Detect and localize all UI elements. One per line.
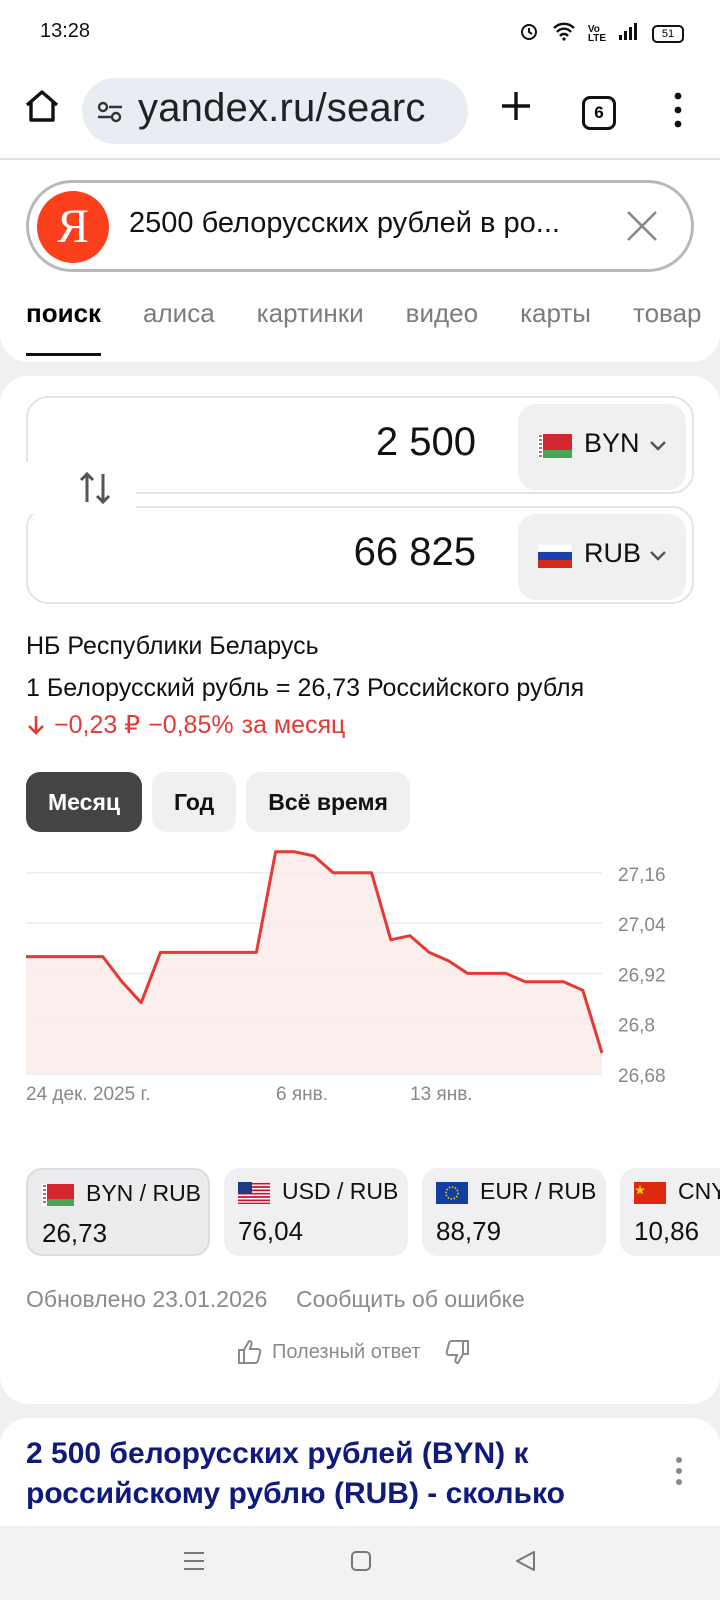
russia-flag-icon (538, 544, 572, 568)
tab-products[interactable]: товар (633, 298, 702, 358)
pair-value: 88,79 (436, 1216, 502, 1246)
from-currency-select[interactable]: BYN (518, 404, 686, 490)
pair-usd-rub[interactable]: USD / RUB 76,04 (224, 1168, 408, 1256)
eu-flag-icon (436, 1182, 468, 1204)
useful-answer-label: Полезный ответ (272, 1340, 421, 1363)
from-amount[interactable]: 2 500 (376, 420, 476, 465)
chevron-down-icon (650, 551, 666, 561)
arrow-down-icon (28, 716, 44, 735)
period-all-button[interactable]: Всё время (246, 772, 410, 832)
to-currency-select[interactable]: RUB (518, 514, 686, 600)
clear-icon[interactable] (625, 209, 659, 243)
series-area (26, 851, 602, 1074)
volte-icon: Vo LTE (587, 23, 606, 44)
pair-value: 76,04 (238, 1216, 304, 1246)
x-tick-label: 6 янв. (276, 1084, 328, 1105)
change-pct: −0,85% (148, 710, 234, 739)
y-tick-label: 26,92 (618, 965, 666, 986)
x-tick-label: 13 янв. (410, 1084, 473, 1105)
tab-switcher-button[interactable]: 6 (582, 96, 616, 130)
battery-level: 51 (661, 27, 675, 40)
currency-converter: 2 500 BYN 66 825 RUB НБ Республики Белар… (0, 376, 720, 1404)
pair-cny-rub[interactable]: CNY / RUB 10,86 (620, 1168, 720, 1256)
result-menu-icon[interactable] (674, 1456, 684, 1486)
pair-name: EUR / RUB (480, 1178, 597, 1204)
status-time: 13:28 (40, 20, 91, 42)
x-tick-label: 24 дек. 2025 г. (26, 1084, 150, 1105)
home-nav-icon[interactable] (350, 1550, 372, 1577)
status-icons: Vo LTE 51 (518, 20, 684, 47)
belarus-flag-icon (42, 1184, 74, 1206)
home-icon[interactable] (22, 86, 62, 126)
pair-name: BYN / RUB (86, 1180, 202, 1206)
from-currency-code: BYN (584, 428, 640, 458)
change-abs: −0,23 ₽ (54, 711, 141, 739)
more-menu-icon[interactable] (668, 90, 688, 130)
address-bar[interactable]: yandex.ru/searc (82, 78, 468, 144)
search-box[interactable]: Я 2500 белорусских рублей в ро... (26, 180, 694, 272)
alarm-icon (518, 20, 540, 47)
tab-images[interactable]: картинки (257, 298, 364, 358)
search-tabs: поиск алиса картинки видео карты товар (26, 298, 720, 358)
feedback: Полезный ответ (236, 1338, 471, 1366)
rate-text: 1 Белорусский рубль = 26,73 Российского … (26, 674, 585, 702)
rate-chart[interactable]: 27,16 27,04 26,92 26,8 26,68 24 дек. 2025 г. 6… (0, 846, 720, 1106)
pair-name: USD / RUB (282, 1178, 399, 1204)
pair-eur-rub[interactable]: EUR / RUB 88,79 (422, 1168, 606, 1256)
signal-icon (618, 21, 640, 46)
updated-date: Обновлено 23.01.2026 (26, 1286, 268, 1312)
recents-icon[interactable] (182, 1550, 206, 1577)
tab-search[interactable]: поиск (26, 298, 102, 358)
y-tick-label: 26,68 (618, 1066, 666, 1087)
url-text: yandex.ru/searc (138, 86, 426, 130)
thumbs-down-icon[interactable] (443, 1338, 471, 1366)
to-currency-code: RUB (584, 538, 642, 568)
currency-pairs: BYN / RUB 26,73 USD / RUB 76,04 EUR / RU… (26, 1168, 720, 1256)
search-header: Я 2500 белорусских рублей в ро... поиск … (0, 160, 720, 362)
tab-maps[interactable]: карты (520, 298, 591, 358)
y-tick-label: 27,04 (618, 915, 666, 936)
back-icon[interactable] (514, 1550, 536, 1577)
swap-button[interactable] (26, 462, 136, 514)
browser-toolbar: yandex.ru/searc 6 (0, 64, 720, 160)
y-tick-label: 26,8 (618, 1016, 655, 1037)
site-settings-icon[interactable] (96, 100, 124, 124)
usa-flag-icon (238, 1182, 270, 1204)
y-tick-label: 27,16 (618, 865, 666, 886)
chevron-down-icon (650, 441, 666, 451)
period-month-button[interactable]: Месяц (26, 772, 142, 832)
battery-icon: 51 (652, 24, 684, 43)
to-amount[interactable]: 66 825 (354, 530, 476, 575)
china-flag-icon (634, 1182, 666, 1204)
swap-icon (79, 471, 111, 505)
pair-byn-rub[interactable]: BYN / RUB 26,73 (26, 1168, 210, 1256)
to-field[interactable]: 66 825 RUB (26, 506, 694, 604)
period-selector: Месяц Год Всё время (26, 772, 410, 832)
search-query[interactable]: 2500 белорусских рублей в ро... (129, 207, 560, 240)
rate-change: −0,23 ₽ −0,85% за месяц (26, 710, 345, 740)
wifi-icon (552, 21, 576, 46)
thumbs-up-icon[interactable] (236, 1338, 264, 1366)
report-error-link[interactable]: Сообщить об ошибке (296, 1286, 525, 1313)
tab-alice[interactable]: алиса (143, 298, 215, 358)
pair-value: 26,73 (42, 1218, 108, 1248)
change-period: за месяц (241, 710, 346, 739)
new-tab-icon[interactable] (496, 86, 536, 126)
status-bar: 13:28 Vo LTE 51 (0, 0, 720, 64)
tab-video[interactable]: видео (406, 298, 478, 358)
belarus-flag-icon (538, 434, 572, 458)
result-title-link[interactable]: 2 500 белорусских рублей (BYN) к российс… (26, 1434, 636, 1514)
period-year-button[interactable]: Год (152, 772, 237, 832)
system-nav-bar (0, 1526, 720, 1600)
pair-name: CNY / RUB (678, 1178, 720, 1204)
pair-value: 10,86 (634, 1216, 700, 1246)
rate-source: НБ Республики Беларусь (26, 632, 319, 660)
yandex-logo-icon[interactable]: Я (37, 191, 109, 263)
